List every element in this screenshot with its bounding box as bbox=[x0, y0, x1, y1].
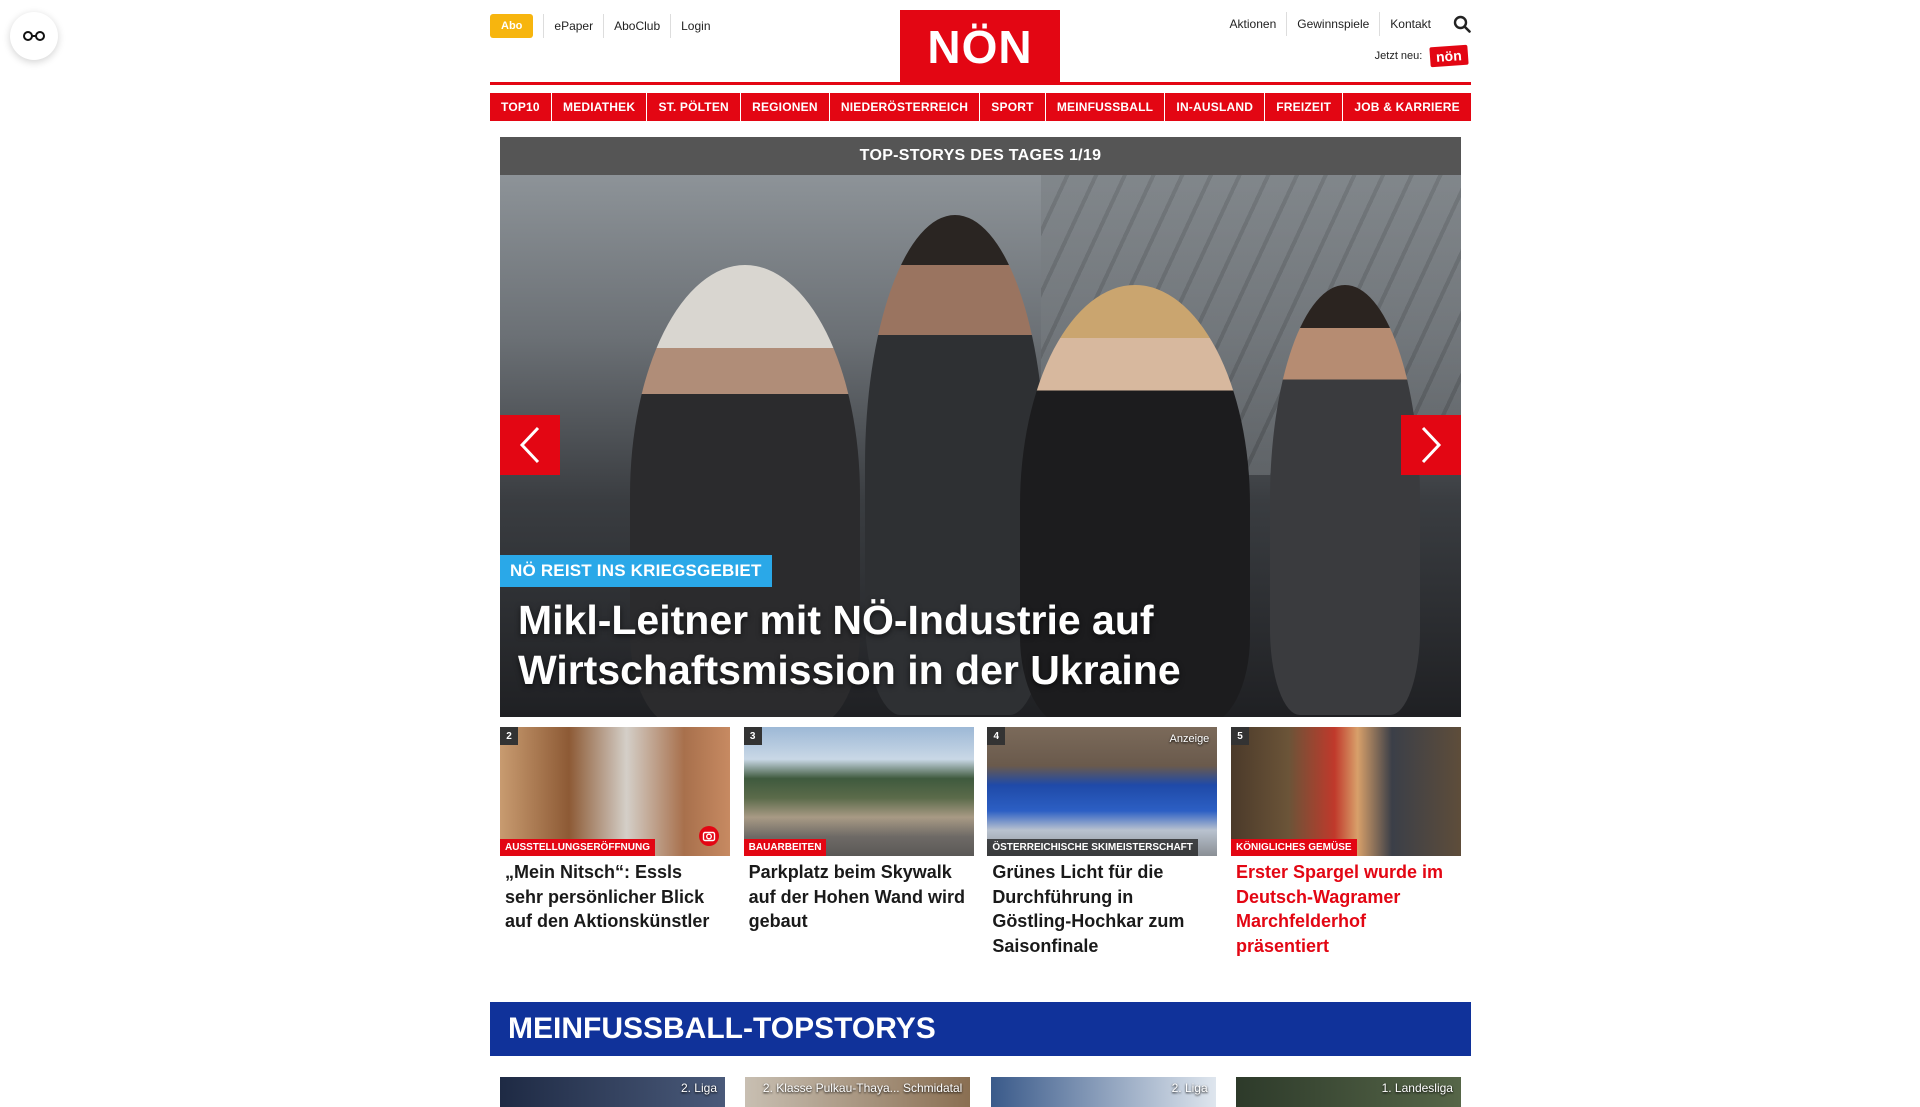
promo-badge[interactable]: nön bbox=[1429, 44, 1469, 68]
story-rank: 2 bbox=[500, 727, 518, 745]
hero-carousel: TOP-STORYS DES TAGES 1/19 NÖ REIST INS K… bbox=[500, 137, 1461, 717]
story-cards: 2 AUSSTELLUNGSERÖFFNUNG „Mein Nitsch“: E… bbox=[500, 727, 1461, 958]
nav-item-niederoesterreich[interactable]: NIEDERÖSTERREICH bbox=[829, 93, 980, 121]
story-image: 4 Anzeige ÖSTERREICHISCHE SKIMEISTERSCHA… bbox=[987, 727, 1218, 856]
story-category: BAUARBEITEN bbox=[743, 839, 827, 856]
nav-item-job-karriere[interactable]: JOB & KARRIERE bbox=[1343, 93, 1471, 121]
jetzt-neu-promo: Jetzt neu: nön bbox=[1374, 44, 1469, 68]
story-card[interactable]: 4 Anzeige ÖSTERREICHISCHE SKIMEISTERSCHA… bbox=[987, 727, 1218, 958]
hero-carousel-title: TOP-STORYS DES TAGES 1/19 bbox=[500, 137, 1461, 175]
story-card[interactable]: 2 AUSSTELLUNGSERÖFFNUNG „Mein Nitsch“: E… bbox=[500, 727, 730, 958]
league-label: 2. Liga bbox=[1171, 1081, 1208, 1095]
gewinnspiele-link[interactable]: Gewinnspiele bbox=[1286, 12, 1379, 36]
hero-image[interactable]: NÖ REIST INS KRIEGSGEBIET Mikl-Leitner m… bbox=[500, 175, 1461, 717]
carousel-prev-button[interactable] bbox=[500, 415, 560, 475]
nav-item-regionen[interactable]: REGIONEN bbox=[741, 93, 829, 121]
main-nav: TOP10 MEDIATHEK ST. PÖLTEN REGIONEN NIED… bbox=[490, 93, 1471, 121]
league-label: 2. Liga bbox=[680, 1081, 717, 1095]
site-header: Abo ePaper AboClub Login NÖN Aktionen Ge… bbox=[490, 0, 1471, 85]
story-title[interactable]: Grünes Licht für die Durchführung in Gös… bbox=[987, 856, 1217, 958]
league-label: 2. Klasse Pulkau-Thaya... Schmidatal bbox=[762, 1081, 963, 1095]
chevron-left-icon bbox=[519, 426, 540, 464]
site-logo[interactable]: NÖN bbox=[900, 10, 1060, 84]
football-tile[interactable]: 2. Liga bbox=[500, 1077, 725, 1107]
carousel-next-button[interactable] bbox=[1401, 415, 1461, 475]
reader-toggle-button[interactable] bbox=[10, 12, 58, 60]
page-container: Abo ePaper AboClub Login NÖN Aktionen Ge… bbox=[490, 0, 1471, 1107]
header-divider bbox=[490, 82, 1471, 85]
utility-nav-right: Aktionen Gewinnspiele Kontakt bbox=[1220, 12, 1471, 36]
search-icon[interactable] bbox=[1453, 15, 1471, 33]
story-rank: 5 bbox=[1230, 727, 1249, 745]
aboclub-link[interactable]: AboClub bbox=[603, 14, 670, 38]
hero-category-badge: NÖ REIST INS KRIEGSGEBIET bbox=[500, 555, 772, 587]
league-label: 1. Landesliga bbox=[1381, 1081, 1453, 1095]
epaper-link[interactable]: ePaper bbox=[543, 14, 603, 38]
story-category: AUSSTELLUNGSERÖFFNUNG bbox=[500, 839, 655, 856]
story-title[interactable]: Erster Spargel wurde im Deutsch-Wagramer… bbox=[1231, 856, 1461, 958]
ad-label: Anzeige bbox=[1169, 733, 1210, 745]
story-image: 2 AUSSTELLUNGSERÖFFNUNG bbox=[500, 727, 730, 856]
abo-button[interactable]: Abo bbox=[490, 14, 534, 38]
hero-headline[interactable]: Mikl-Leitner mit NÖ-Industrie auf Wirtsc… bbox=[518, 595, 1381, 695]
story-title[interactable]: „Mein Nitsch“: Essls sehr persönlicher B… bbox=[500, 856, 730, 934]
nav-item-freizeit[interactable]: FREIZEIT bbox=[1265, 93, 1343, 121]
camera-icon bbox=[698, 825, 720, 852]
football-tile[interactable]: 2. Klasse Pulkau-Thaya... Schmidatal bbox=[745, 1077, 971, 1107]
story-image: 3 BAUARBEITEN bbox=[743, 727, 974, 856]
football-tile[interactable]: 2. Liga bbox=[990, 1077, 1216, 1107]
story-card[interactable]: 5 KÖNIGLICHES GEMÜSE Erster Spargel wurd… bbox=[1230, 727, 1461, 958]
story-card[interactable]: 3 BAUARBEITEN Parkplatz beim Skywalk auf… bbox=[743, 727, 974, 958]
story-rank: 3 bbox=[743, 727, 762, 745]
aktionen-link[interactable]: Aktionen bbox=[1220, 12, 1287, 36]
story-image: 5 KÖNIGLICHES GEMÜSE bbox=[1230, 727, 1461, 856]
nav-item-st-poelten[interactable]: ST. PÖLTEN bbox=[647, 93, 740, 121]
nav-item-top10[interactable]: TOP10 bbox=[490, 93, 551, 121]
chevron-right-icon bbox=[1421, 426, 1442, 464]
nav-item-in-ausland[interactable]: IN-AUSLAND bbox=[1165, 93, 1265, 121]
login-link[interactable]: Login bbox=[670, 14, 720, 38]
story-title[interactable]: Parkplatz beim Skywalk auf der Hohen Wan… bbox=[744, 856, 974, 934]
kontakt-link[interactable]: Kontakt bbox=[1379, 12, 1441, 36]
section-heading: MEINFUSSBALL-TOPSTORYS bbox=[490, 1002, 1471, 1056]
football-tiles: 2. Liga 2. Klasse Pulkau-Thaya... Schmid… bbox=[500, 1077, 1461, 1107]
glasses-icon bbox=[23, 31, 45, 41]
nav-item-mediathek[interactable]: MEDIATHEK bbox=[552, 93, 647, 121]
story-category: ÖSTERREICHISCHE SKIMEISTERSCHAFT bbox=[987, 839, 1198, 856]
jetzt-neu-label: Jetzt neu: bbox=[1374, 50, 1423, 62]
nav-item-meinfussball[interactable]: MEINFUSSBALL bbox=[1045, 93, 1165, 121]
football-tile[interactable]: 1. Landesliga bbox=[1235, 1077, 1461, 1107]
story-category: KÖNIGLICHES GEMÜSE bbox=[1230, 839, 1357, 856]
nav-item-sport[interactable]: SPORT bbox=[980, 93, 1045, 121]
utility-nav-left: Abo ePaper AboClub Login bbox=[490, 14, 721, 38]
story-rank: 4 bbox=[987, 727, 1006, 745]
